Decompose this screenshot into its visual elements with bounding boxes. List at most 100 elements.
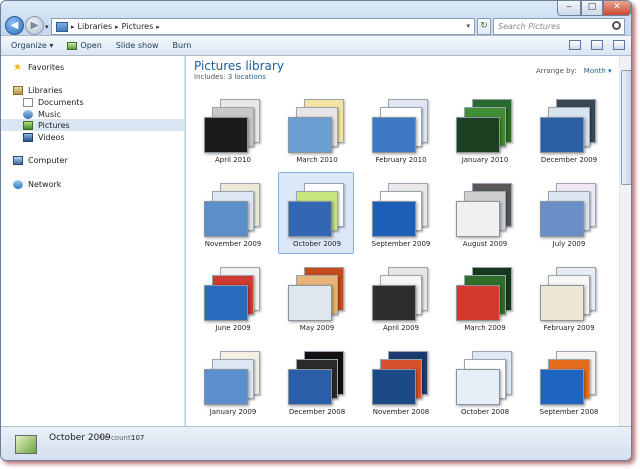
title-bar: ‒ □ ✕ ◀ ▶ ▾ ▸ Libraries ▸ Pictures ▸ ▾ ↻… (1, 1, 631, 35)
folder-thumbnail-icon (372, 177, 430, 237)
folder-label: February 2009 (543, 324, 595, 332)
thumbnail-layer (540, 201, 584, 237)
help-icon[interactable] (613, 40, 625, 50)
nav-videos[interactable]: Videos (23, 131, 65, 143)
folder-label: February 2010 (375, 156, 427, 164)
arrange-by-dropdown[interactable]: Month ▾ (584, 67, 612, 75)
nav-documents-label: Documents (38, 97, 84, 107)
search-placeholder: Search Pictures (498, 22, 561, 31)
refresh-button[interactable]: ↻ (477, 18, 491, 35)
folder-thumbnail-icon (540, 261, 598, 321)
network-icon (13, 179, 23, 189)
folder-label: June 2009 (215, 324, 251, 332)
folder-thumbnail-icon (372, 345, 430, 405)
folder-thumbnail-icon (288, 261, 346, 321)
folder-label: July 2009 (552, 240, 586, 248)
thumbnail-layer (372, 117, 416, 153)
folder-tile[interactable]: May 2009 (278, 256, 354, 338)
preview-pane-icon[interactable] (591, 40, 603, 50)
nav-pictures[interactable]: Pictures (23, 119, 70, 131)
nav-network[interactable]: Network (13, 178, 61, 190)
nav-videos-label: Videos (38, 132, 65, 142)
breadcrumb-separator-icon: ▸ (115, 22, 119, 31)
folder-tile[interactable]: January 2009 (194, 340, 270, 422)
folder-thumbnail-icon (204, 261, 262, 321)
folder-label: March 2010 (296, 156, 338, 164)
folder-tile[interactable]: April 2010 (194, 88, 270, 170)
locations-link[interactable]: 3 locations (228, 73, 266, 81)
close-button[interactable]: ✕ (603, 1, 631, 16)
folder-label: November 2008 (372, 408, 430, 416)
thumbnail-layer (288, 201, 332, 237)
open-label: Open (80, 41, 102, 50)
thumbnail-layer (204, 201, 248, 237)
scrollbar-thumb[interactable] (621, 70, 631, 185)
videos-icon (23, 132, 33, 142)
search-icon (612, 21, 621, 30)
folder-thumbnail-icon (456, 261, 514, 321)
minimize-button[interactable]: ‒ (557, 1, 581, 16)
nav-music-label: Music (38, 109, 61, 119)
thumbnail-layer (456, 369, 500, 405)
content-pane: Pictures library Includes: 3 locations A… (186, 56, 631, 426)
nav-favorites-label: Favorites (28, 62, 65, 72)
folder-tile[interactable]: February 2009 (530, 256, 606, 338)
folder-thumbnail-icon (456, 177, 514, 237)
folder-tile[interactable]: September 2009 (362, 172, 438, 254)
history-dropdown-icon[interactable]: ▾ (45, 23, 49, 31)
nav-favorites[interactable]: ★ Favorites (13, 61, 64, 73)
folder-label: September 2009 (371, 240, 431, 248)
nav-libraries[interactable]: Libraries (13, 84, 63, 96)
slideshow-button[interactable]: Slide show (116, 41, 159, 50)
folder-label: May 2009 (299, 324, 335, 332)
search-input[interactable]: Search Pictures (493, 18, 625, 35)
address-dropdown-icon[interactable]: ▾ (466, 22, 470, 30)
thumbnail-layer (456, 117, 500, 153)
folder-tile[interactable]: February 2010 (362, 88, 438, 170)
open-button[interactable]: Open (67, 41, 102, 50)
thumbnail-layer (540, 117, 584, 153)
folder-tile[interactable]: July 2009 (530, 172, 606, 254)
folder-tile[interactable]: January 2010 (446, 88, 522, 170)
nav-documents[interactable]: Documents (23, 96, 84, 108)
burn-button[interactable]: Burn (173, 41, 192, 50)
folder-tile[interactable]: December 2008 (278, 340, 354, 422)
breadcrumb-libraries[interactable]: Libraries (78, 22, 113, 31)
folder-tile[interactable]: August 2009 (446, 172, 522, 254)
folder-tile[interactable]: October 2008 (446, 340, 522, 422)
folder-tile[interactable]: November 2008 (362, 340, 438, 422)
breadcrumb-separator-icon: ▸ (71, 22, 75, 31)
breadcrumb-separator-icon: ▸ (156, 22, 160, 31)
forward-button[interactable]: ▶ (25, 16, 44, 35)
folder-thumbnail-icon (204, 93, 262, 153)
folder-tile[interactable]: September 2008 (530, 340, 606, 422)
folder-tile[interactable]: March 2009 (446, 256, 522, 338)
folder-tile[interactable]: June 2009 (194, 256, 270, 338)
back-button[interactable]: ◀ (5, 16, 24, 35)
folder-tile[interactable]: April 2009 (362, 256, 438, 338)
change-view-icon[interactable] (569, 40, 581, 50)
folder-tile[interactable]: March 2010 (278, 88, 354, 170)
vertical-scrollbar[interactable] (619, 56, 631, 426)
file-count-label: File count: (97, 434, 134, 442)
breadcrumb-pictures[interactable]: Pictures (122, 22, 154, 31)
burn-label: Burn (172, 41, 192, 50)
music-icon (23, 109, 33, 119)
folder-label: January 2010 (461, 156, 509, 164)
thumbnail-layer (540, 369, 584, 405)
folder-label: December 2009 (540, 156, 598, 164)
folder-tile[interactable]: December 2009 (530, 88, 606, 170)
libraries-icon (56, 21, 68, 32)
address-bar[interactable]: ▸ Libraries ▸ Pictures ▸ ▾ (51, 18, 475, 35)
folder-thumbnail-icon (372, 261, 430, 321)
thumbnail-layer (288, 117, 332, 153)
folder-tile[interactable]: November 2009 (194, 172, 270, 254)
folder-tile[interactable]: October 2009 (278, 172, 354, 254)
folder-label: November 2009 (204, 240, 262, 248)
maximize-button[interactable]: □ (581, 1, 603, 16)
explorer-window: ‒ □ ✕ ◀ ▶ ▾ ▸ Libraries ▸ Pictures ▸ ▾ ↻… (0, 0, 632, 461)
organize-button[interactable]: Organize ▾ (11, 41, 53, 50)
arrange-by: Arrange by: Month ▾ (536, 67, 611, 75)
nav-computer[interactable]: Computer (13, 154, 68, 166)
folder-thumbnail-icon (456, 345, 514, 405)
